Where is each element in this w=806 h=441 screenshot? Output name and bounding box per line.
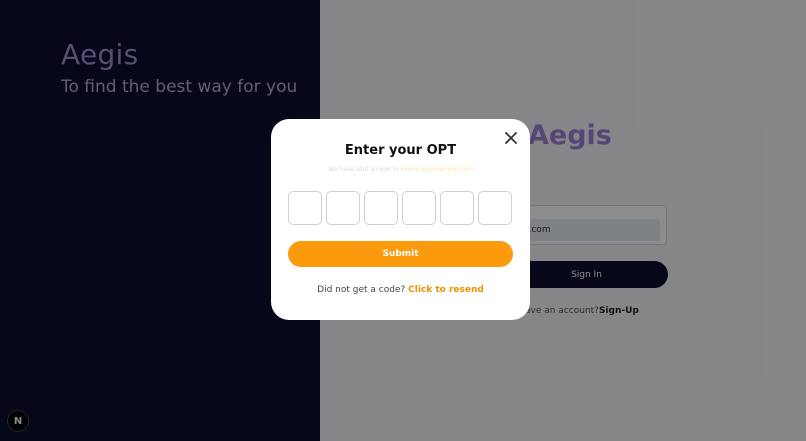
otp-modal: Enter your OPT We have sent a code to ex… (271, 119, 530, 320)
otp-digit-1[interactable] (288, 191, 322, 225)
otp-digit-6[interactable] (478, 191, 512, 225)
code-sent-notice: We have sent a code to example@example.c… (271, 166, 530, 173)
resend-link[interactable]: Click to resend (408, 285, 484, 295)
submit-button[interactable]: Submit (288, 241, 513, 267)
otp-input-row (288, 191, 513, 225)
resend-prompt: Did not get a code? Click to resend (271, 285, 530, 295)
code-sent-text: We have sent a code to (328, 166, 399, 173)
otp-digit-3[interactable] (364, 191, 398, 225)
resend-prompt-text: Did not get a code? (317, 285, 406, 295)
otp-digit-4[interactable] (402, 191, 436, 225)
modal-title: Enter your OPT (344, 143, 457, 158)
code-sent-email: example@example.com (400, 166, 473, 173)
otp-digit-2[interactable] (326, 191, 360, 225)
otp-digit-5[interactable] (440, 191, 474, 225)
page: Aegis To find the best way for you N Aeg… (0, 0, 806, 441)
